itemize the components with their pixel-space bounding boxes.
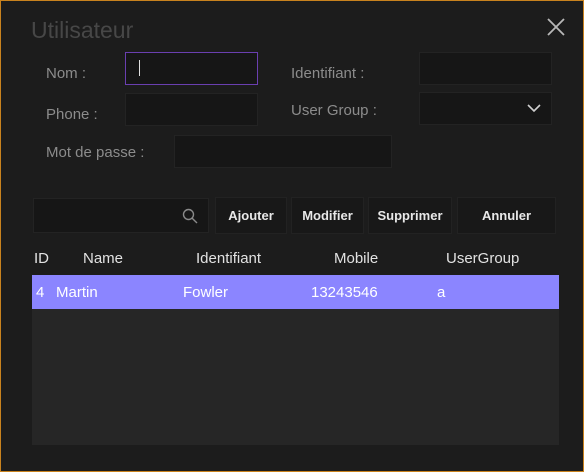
search-icon[interactable]	[182, 208, 198, 224]
cell-id: 4	[36, 284, 45, 301]
nom-label: Nom :	[46, 65, 87, 82]
column-header-id[interactable]: ID	[34, 250, 49, 267]
add-button[interactable]: Ajouter	[215, 197, 287, 234]
table-row[interactable]: 4 Martin Fowler 13243546 a	[32, 275, 559, 309]
cell-name: Martin	[56, 284, 98, 301]
user-table-body: 4 Martin Fowler 13243546 a	[32, 275, 559, 445]
identifiant-label: Identifiant :	[291, 65, 365, 82]
column-header-name[interactable]: Name	[83, 250, 123, 267]
close-icon[interactable]	[544, 15, 568, 39]
search-input[interactable]	[33, 198, 209, 233]
password-label: Mot de passe :	[46, 144, 145, 161]
edit-button[interactable]: Modifier	[291, 197, 364, 234]
dialog-title: Utilisateur	[31, 17, 134, 43]
column-header-mobile[interactable]: Mobile	[334, 250, 378, 267]
phone-input[interactable]	[125, 93, 258, 126]
nom-input[interactable]	[125, 52, 258, 85]
usergroup-select[interactable]	[419, 92, 552, 125]
phone-label: Phone :	[46, 106, 98, 123]
cell-usergroup: a	[437, 284, 446, 301]
user-dialog: Utilisateur Nom : Identifiant : Phone : …	[0, 0, 584, 472]
cell-identifiant: Fowler	[183, 284, 229, 301]
identifiant-input[interactable]	[419, 52, 552, 85]
password-input[interactable]	[174, 135, 392, 168]
chevron-down-icon	[527, 104, 541, 113]
column-header-usergroup[interactable]: UserGroup	[446, 250, 519, 267]
column-header-identifiant[interactable]: Identifiant	[196, 250, 261, 267]
delete-button[interactable]: Supprimer	[368, 197, 452, 234]
text-caret	[139, 60, 140, 76]
usergroup-label: User Group :	[291, 102, 377, 119]
cancel-button[interactable]: Annuler	[457, 197, 556, 234]
cell-mobile: 13243546	[311, 284, 378, 301]
